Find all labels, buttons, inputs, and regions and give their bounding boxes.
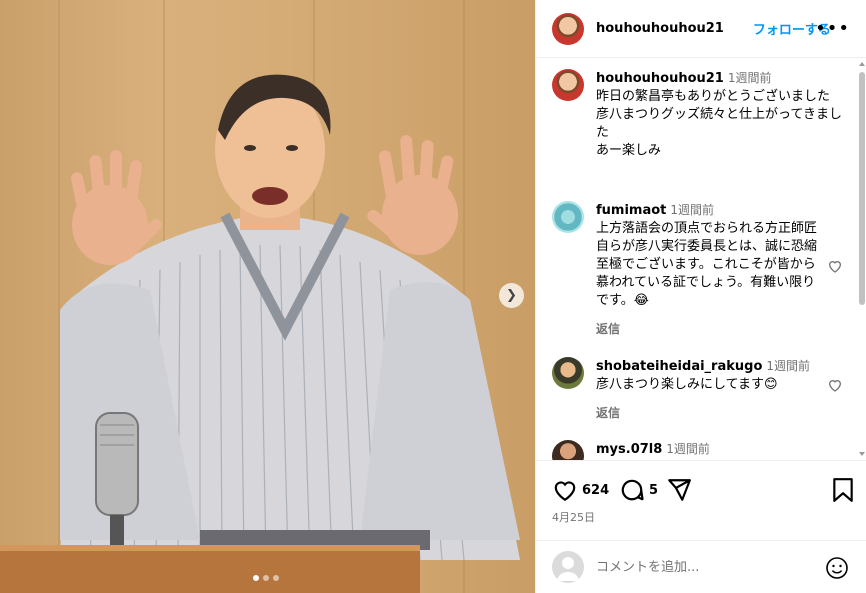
caption-time: 1週間前 <box>727 71 772 85</box>
comment-text: 彦八まつり楽しみにしてます😊 <box>596 377 778 392</box>
avatar[interactable] <box>552 440 584 460</box>
post-date[interactable]: 4月25日 <box>552 509 595 525</box>
like-count: 624 <box>582 482 610 498</box>
comment-time: 1週間前 <box>666 442 710 456</box>
comment-item: mys.07l8 1週間前 <box>552 440 842 460</box>
post-side-panel: houhouhouhou21 フォローする ••• houhouhouhou21… <box>535 0 866 593</box>
heart-icon[interactable] <box>827 377 843 393</box>
post-actions: 624 5 4月25日 <box>536 460 866 540</box>
avatar[interactable] <box>552 69 584 101</box>
carousel-dot <box>273 575 279 581</box>
caption-username[interactable]: houhouhouhou21 <box>596 71 724 86</box>
post-media[interactable]: ❯ <box>0 0 535 593</box>
carousel-dot <box>263 575 269 581</box>
heart-icon[interactable] <box>827 258 843 274</box>
comments-list[interactable]: houhouhouhou21 1週間前 昨日の繁昌亭もありがとうございました 彦八… <box>536 59 866 460</box>
more-icon[interactable]: ••• <box>815 18 850 39</box>
carousel-next-button[interactable]: ❯ <box>499 283 524 308</box>
like-button[interactable]: 624 <box>552 477 609 503</box>
comment-time: 1週間前 <box>670 203 715 217</box>
comment-username[interactable]: fumimaot <box>596 203 666 218</box>
avatar[interactable] <box>552 201 584 233</box>
reply-button[interactable]: 返信 <box>596 404 836 422</box>
header-username[interactable]: houhouhouhou21 <box>596 21 724 36</box>
comment-item: fumimaot 1週間前 上方落語会の頂点でおられる方正師匠自らが彦八実行委員長… <box>552 201 842 338</box>
bookmark-icon <box>833 478 853 502</box>
avatar[interactable] <box>552 12 584 45</box>
comment-username[interactable]: shobateiheidai_rakugo <box>596 359 762 374</box>
share-icon <box>668 479 691 501</box>
comment-icon <box>621 479 644 501</box>
comment-time: 1週間前 <box>766 359 811 373</box>
heart-icon <box>554 481 576 502</box>
photo-illustration <box>0 74 520 593</box>
add-comment-bar <box>536 540 866 593</box>
comments-scrollbar[interactable] <box>858 60 866 458</box>
carousel-indicator <box>253 575 279 581</box>
reply-button[interactable]: 返信 <box>596 320 824 338</box>
share-button[interactable] <box>666 477 692 503</box>
comment-text: 上方落語会の頂点でおられる方正師匠自らが彦八実行委員長とは、誠に恐縮至極でござい… <box>596 221 818 308</box>
post-header: houhouhouhou21 フォローする ••• <box>536 0 866 58</box>
emoji-icon[interactable] <box>825 556 849 580</box>
caption: houhouhouhou21 1週間前 昨日の繁昌亭もありがとうございました 彦八… <box>552 69 842 160</box>
user-icon <box>552 551 584 583</box>
comment-item: shobateiheidai_rakugo 1週間前 彦八まつり楽しみにしてます😊… <box>552 357 842 422</box>
carousel-dot <box>253 575 259 581</box>
save-button[interactable] <box>832 477 854 503</box>
chevron-right-icon: ❯ <box>506 288 517 303</box>
caption-text: 昨日の繁昌亭もありがとうございました 彦八まつりグッズ続々と仕上がってきました … <box>596 89 842 158</box>
comment-button[interactable]: 5 <box>619 477 658 503</box>
comment-input[interactable] <box>596 559 806 575</box>
comment-count: 5 <box>649 482 659 498</box>
avatar[interactable] <box>552 357 584 389</box>
comment-username[interactable]: mys.07l8 <box>596 442 662 457</box>
